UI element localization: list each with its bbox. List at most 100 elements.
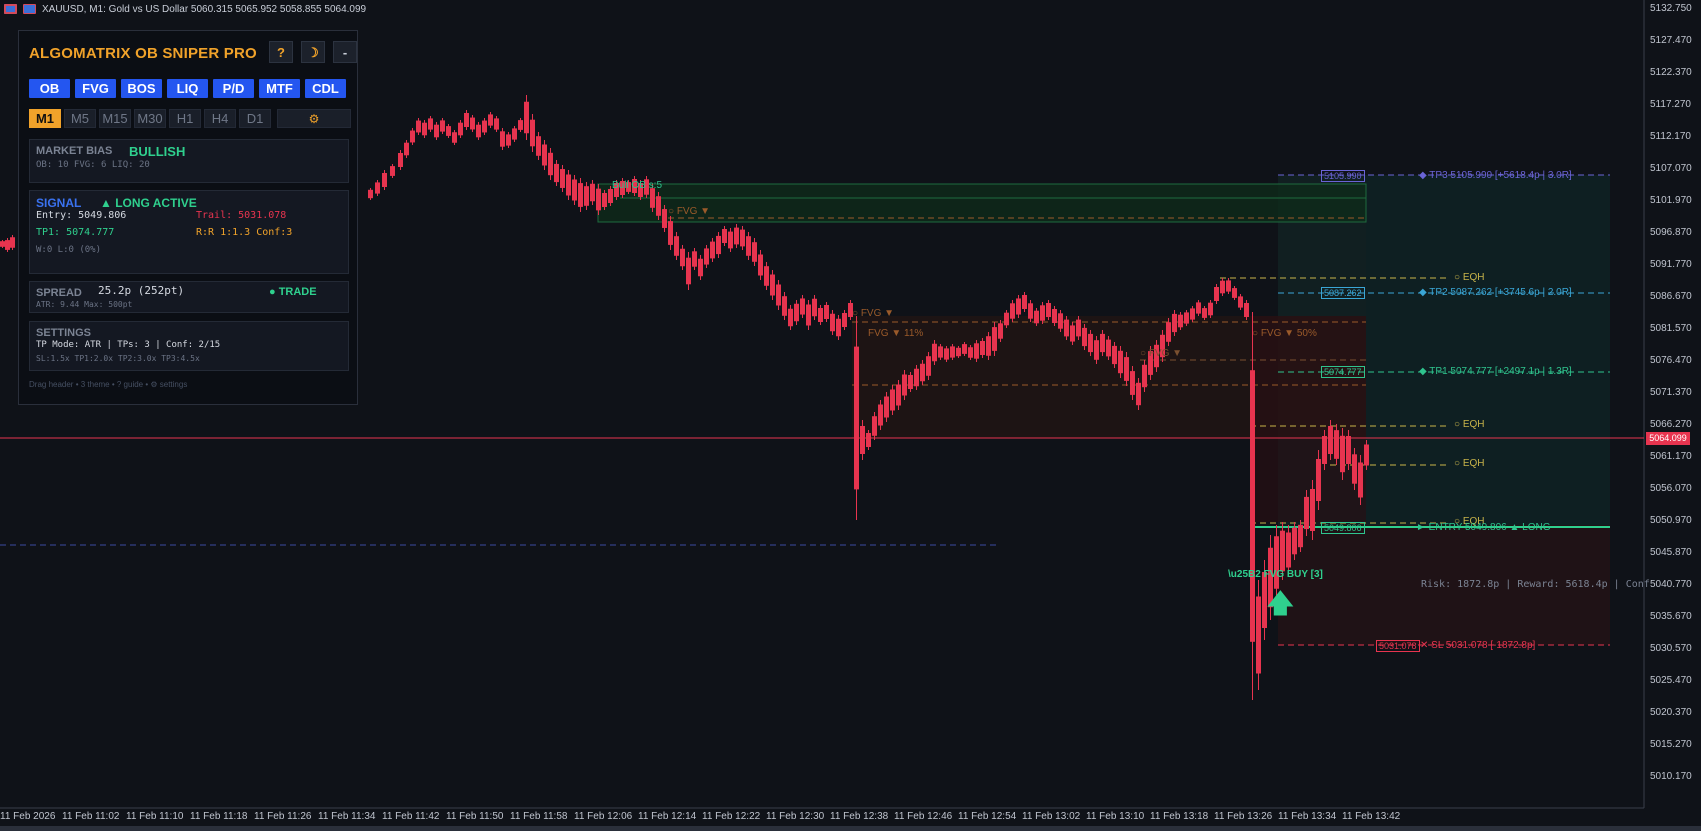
- price-axis-label: 5107.070: [1650, 163, 1692, 174]
- price-axis-label: 5122.370: [1650, 67, 1692, 78]
- cdl-toggle-button[interactable]: CDL: [305, 79, 346, 98]
- candle-body: [662, 209, 667, 228]
- time-axis-label: 11 Feb 11:50: [446, 811, 504, 822]
- signal-label: SIGNAL: [36, 196, 82, 210]
- ob-toggle-button[interactable]: OB: [29, 79, 70, 98]
- ob-sniper-panel[interactable]: ALGOMATRIX OB SNIPER PRO ? ☽ - OB FVG BO…: [18, 30, 358, 405]
- fvg-toggle-button[interactable]: FVG: [75, 79, 116, 98]
- candle-body: [674, 236, 679, 256]
- chart-menu-icon[interactable]: [4, 4, 17, 14]
- help-button[interactable]: ?: [269, 41, 293, 63]
- entry-label: ► ENTRY 5049.806 ▲ LONG: [1416, 522, 1551, 533]
- pd-toggle-button[interactable]: P/D: [213, 79, 254, 98]
- candle-body: [1136, 382, 1141, 406]
- candle-body: [752, 242, 757, 262]
- time-axis-label: 11 Feb 12:22: [702, 811, 761, 822]
- candle-body: [872, 416, 877, 436]
- chart-title-bar: XAUUSD, M1: Gold vs US Dollar 5060.315 5…: [0, 0, 1640, 18]
- sl-label: ✕ SL 5031.078 [-1872.8p]: [1420, 640, 1536, 651]
- market-bias-section: MARKET BIAS BULLISH OB: 10 FVG: 6 LIQ: 2…: [29, 139, 349, 183]
- timeframe-m30-button[interactable]: M30: [134, 109, 166, 128]
- time-axis-label: 11 Feb 11:02: [62, 811, 120, 822]
- theme-toggle-button[interactable]: ☽: [301, 41, 325, 63]
- candle-body: [5, 240, 10, 250]
- candle-body: [1220, 280, 1225, 294]
- candle-body: [500, 131, 505, 147]
- candle-body: [680, 248, 685, 267]
- candle-body: [602, 193, 607, 207]
- liq-toggle-button[interactable]: LIQ: [167, 79, 208, 98]
- eqh-label: ○ EQH: [1454, 272, 1485, 283]
- candle-body: [914, 368, 919, 387]
- timeframe-m15-button[interactable]: M15: [99, 109, 131, 128]
- settings-section[interactable]: SETTINGS TP Mode: ATR | TPs: 3 | Conf: 2…: [29, 321, 349, 371]
- timeframe-row: M1 M5 M15 M30 H1 H4 D1 ⚙: [29, 109, 351, 128]
- candle-body: [375, 182, 380, 194]
- fvg-buy-label: \u25B2 FVG BUY [3]: [1228, 569, 1323, 580]
- candle-body: [434, 124, 439, 138]
- price-axis-label: 5071.370: [1650, 387, 1692, 398]
- timeframe-h1-button[interactable]: H1: [169, 109, 201, 128]
- timeframe-d1-button[interactable]: D1: [239, 109, 271, 128]
- candle-body: [956, 347, 961, 357]
- candle-body: [782, 296, 787, 316]
- candle-body: [1100, 333, 1105, 353]
- price-axis-label: 5025.470: [1650, 675, 1692, 686]
- price-axis-label: 5035.670: [1650, 611, 1692, 622]
- candle-body: [1196, 302, 1201, 314]
- candle-body: [1010, 303, 1015, 319]
- settings-gear-icon[interactable]: ⚙: [277, 109, 351, 128]
- time-axis-label: 11 Feb 11:34: [318, 811, 376, 822]
- timeframe-h4-button[interactable]: H4: [204, 109, 236, 128]
- candle-body: [992, 327, 997, 351]
- candle-body: [1316, 459, 1321, 501]
- timeframe-m1-button[interactable]: M1: [29, 109, 61, 128]
- candle-body: [692, 251, 697, 267]
- signal-rr: R:R 1:1.3 Conf:3: [196, 227, 293, 238]
- mtf-toggle-button[interactable]: MTF: [259, 79, 300, 98]
- minimize-button[interactable]: -: [333, 41, 357, 63]
- candle-body: [770, 274, 775, 296]
- bos-toggle-button[interactable]: BOS: [121, 79, 162, 98]
- tp1-price-box: 5074.777: [1321, 366, 1365, 378]
- candle-body: [1340, 435, 1345, 473]
- candle-body: [452, 132, 457, 143]
- candle-body: [542, 144, 547, 166]
- candle-body: [830, 313, 835, 332]
- candle-body: [10, 237, 15, 248]
- candle-body: [1058, 313, 1063, 329]
- candle-body: [1166, 322, 1171, 342]
- candle-body: [932, 343, 937, 362]
- candle-body: [854, 346, 859, 490]
- candle-body: [836, 318, 841, 337]
- candle-body: [1256, 596, 1261, 674]
- symbol-icon[interactable]: [23, 4, 36, 14]
- panel-header[interactable]: ALGOMATRIX OB SNIPER PRO ? ☽ -: [29, 41, 357, 65]
- candle-body: [476, 124, 481, 138]
- candle-body: [482, 120, 487, 133]
- horizontal-scrollbar: [0, 826, 1701, 831]
- candle-body: [1184, 312, 1189, 324]
- candle-body: [1364, 444, 1369, 466]
- candle-body: [926, 356, 931, 376]
- signal-section: SIGNAL ▲ LONG ACTIVE Entry: 5049.806 Tra…: [29, 190, 349, 274]
- time-axis-label: 11 Feb 11:58: [510, 811, 568, 822]
- eqh-label: ○ EQH: [1454, 419, 1485, 430]
- candle-body: [746, 236, 751, 256]
- fvg-zone-2: [1250, 316, 1366, 522]
- price-axis-label: 5020.370: [1650, 707, 1692, 718]
- candle-body: [1328, 426, 1333, 454]
- risk-reward-text: Risk: 1872.8p | Reward: 5618.4p | Conf: [1421, 579, 1650, 590]
- candle-body: [1334, 430, 1339, 459]
- bull-ob-label: Bull OB s:5: [612, 180, 663, 191]
- candle-body: [710, 241, 715, 259]
- candle-body: [890, 389, 895, 411]
- candle-body: [650, 188, 655, 208]
- settings-line2: SL:1.5x TP1:2.0x TP2:3.0x TP3:4.5x: [36, 354, 200, 363]
- fvg-label: FVG ▼ 11%: [868, 328, 924, 339]
- candle-body: [1352, 454, 1357, 484]
- candle-body: [950, 346, 955, 358]
- timeframe-m5-button[interactable]: M5: [64, 109, 96, 128]
- candle-body: [866, 433, 871, 447]
- candle-body: [908, 375, 913, 389]
